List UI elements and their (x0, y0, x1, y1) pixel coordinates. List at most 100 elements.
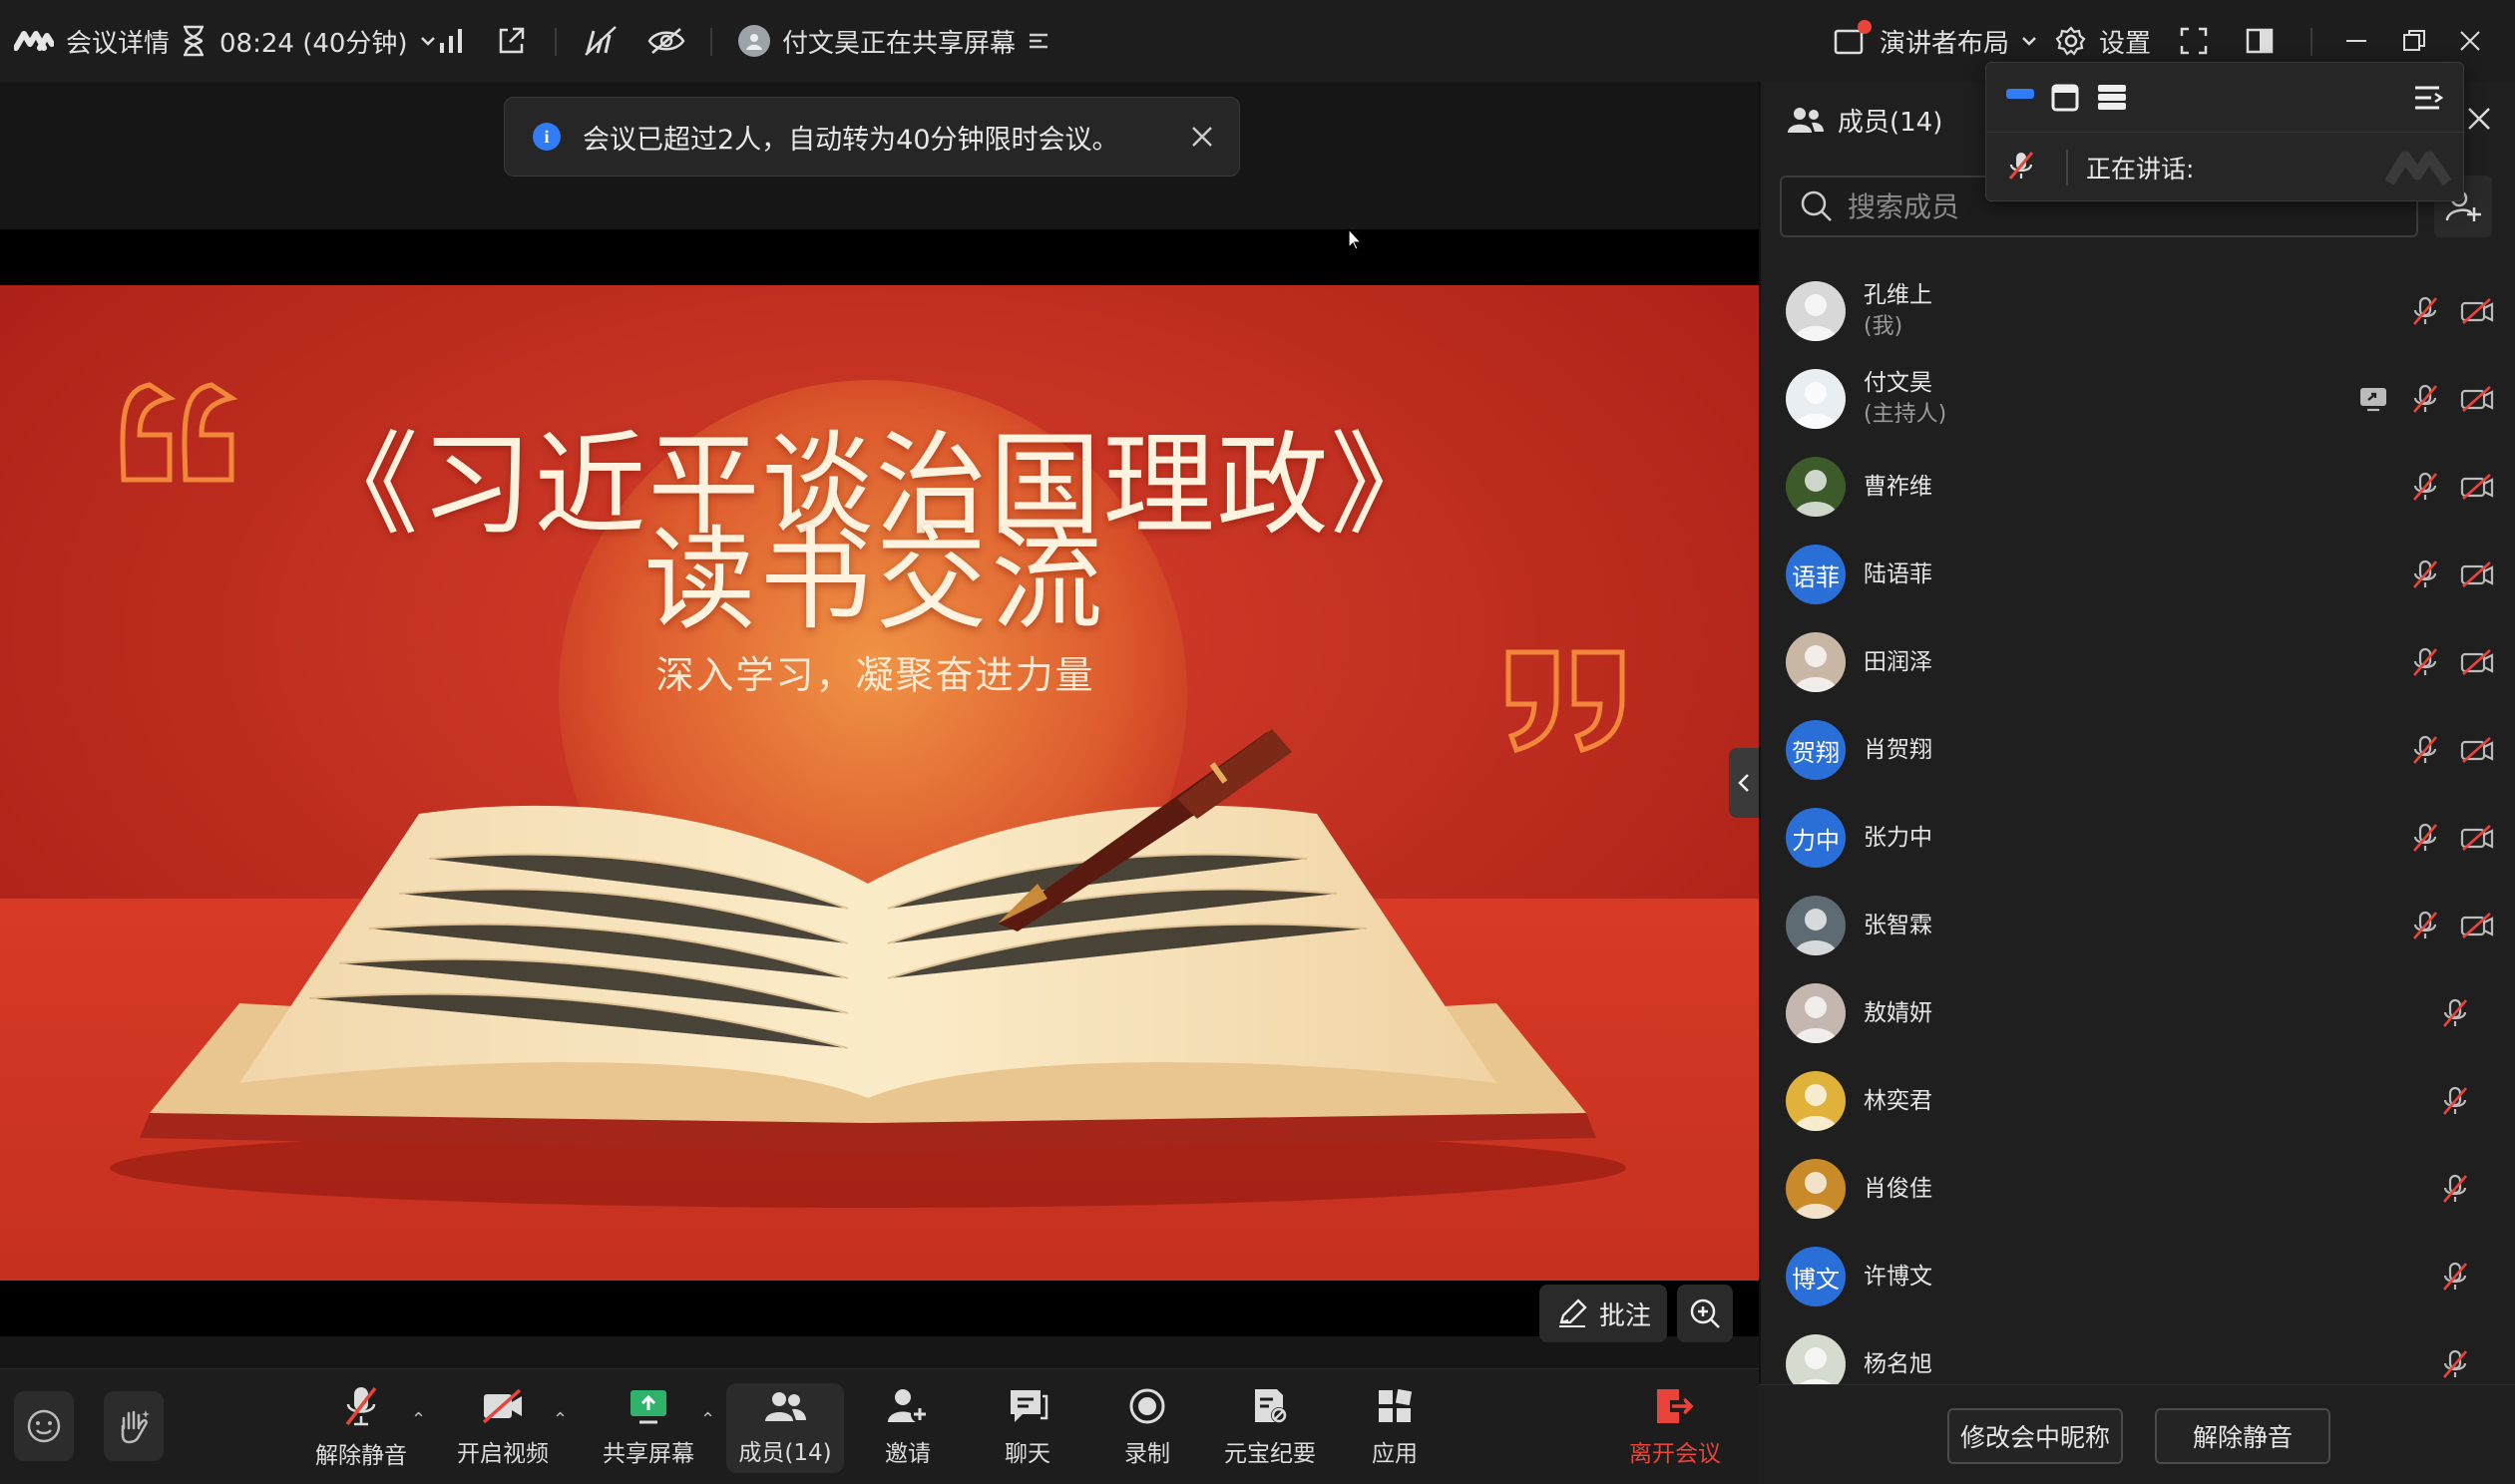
zoom-in-icon (1690, 1298, 1720, 1328)
member-row[interactable]: 语菲 陆语菲 (1776, 531, 2494, 618)
unmute-button[interactable]: 解除静音 (315, 1369, 407, 1484)
mic-muted-icon[interactable] (2438, 1172, 2472, 1206)
mic-muted-icon[interactable] (2408, 733, 2442, 767)
member-row[interactable]: 贺翔 肖贺翔 (1776, 706, 2494, 794)
member-row[interactable]: 力中 张力中 (1776, 794, 2494, 882)
minimize-icon (2344, 29, 2368, 53)
speaker-indicator-popup: 正在讲话: (1985, 62, 2465, 201)
members-button[interactable]: 成员(14) (726, 1383, 844, 1473)
notification-dot (1858, 20, 1872, 34)
leave-door-icon (1657, 1389, 1694, 1423)
mic-muted-icon[interactable] (2438, 1084, 2472, 1118)
member-row[interactable]: 敖婧妍 (1776, 969, 2494, 1057)
mic-muted-icon[interactable] (2438, 996, 2472, 1030)
info-icon: i (533, 123, 561, 151)
member-row[interactable]: 张智霖 (1776, 882, 2494, 969)
leave-meeting-button[interactable]: 离开会议 (1616, 1369, 1734, 1484)
gear-icon (2055, 25, 2087, 57)
mic-muted-icon[interactable] (2408, 909, 2442, 942)
collapse-list-icon[interactable] (2413, 83, 2445, 117)
presentation-slide: 《习近平谈治国理政》 读书交流 深入学习，凝聚奋进力量 (0, 285, 1759, 1281)
sharing-status[interactable]: 付文昊正在共享屏幕 (738, 0, 1049, 82)
avatar (1786, 1071, 1846, 1131)
mic-muted-icon[interactable] (2408, 382, 2442, 416)
start-video-button[interactable]: 开启视频 (457, 1369, 549, 1484)
camera-off-icon[interactable] (2460, 382, 2494, 416)
member-row[interactable]: 曹祚维 (1776, 443, 2494, 531)
member-status-icons (2408, 267, 2494, 355)
chevron-down-icon (420, 36, 436, 46)
chat-button[interactable]: 聊天 (988, 1369, 1067, 1484)
camera-off-icon[interactable] (2460, 557, 2494, 591)
share-screen-button[interactable]: 共享屏幕 (601, 1369, 696, 1484)
members-panel-title: 成员(14) (1838, 107, 1943, 138)
member-row[interactable]: 付文昊 (主持人) (1776, 355, 2494, 443)
hide-nonvideo-button[interactable] (646, 0, 686, 82)
avatar (1786, 896, 1846, 955)
apps-button[interactable]: 应用 (1355, 1369, 1435, 1484)
mic-muted-icon[interactable] (2438, 1347, 2472, 1381)
mic-muted-icon (2006, 150, 2036, 186)
ai-minutes-button[interactable]: 元宝纪要 (1219, 1369, 1321, 1484)
chat-label: 聊天 (1005, 1441, 1050, 1467)
member-row[interactable]: 田润泽 (1776, 618, 2494, 706)
member-status-icons (2408, 443, 2494, 531)
mic-muted-icon[interactable] (2438, 1260, 2472, 1294)
network-off-button[interactable] (584, 0, 620, 82)
chat-icon (1011, 1390, 1048, 1422)
toast-close-button[interactable] (1189, 124, 1215, 150)
mic-muted-icon[interactable] (2408, 294, 2442, 328)
minimize-view-icon[interactable] (2006, 89, 2034, 99)
raise-hand-button[interactable] (104, 1391, 164, 1461)
rename-button[interactable]: 修改会中昵称 (1947, 1408, 2123, 1464)
avatar: 博文 (1786, 1247, 1846, 1306)
slide-title-line2: 读书交流 (643, 516, 1107, 645)
member-row[interactable]: 肖俊佳 (1776, 1145, 2494, 1233)
panel-unmute-button[interactable]: 解除静音 (2155, 1408, 2330, 1464)
camera-off-icon[interactable] (2460, 294, 2494, 328)
members-panel-close-button[interactable] (2464, 104, 2494, 134)
record-icon (1129, 1388, 1165, 1424)
collapse-panel-handle[interactable] (1729, 748, 1759, 818)
member-row[interactable]: 林奕君 (1776, 1057, 2494, 1145)
record-button[interactable]: 录制 (1107, 1369, 1187, 1484)
toast-message: 会议已超过2人，自动转为40分钟限时会议。 (583, 124, 1119, 156)
window-view-icon[interactable] (2050, 83, 2080, 117)
member-status-icons (2408, 882, 2494, 969)
camera-off-icon[interactable] (2460, 733, 2494, 767)
member-row[interactable]: 孔维上 (我) (1776, 267, 2494, 355)
invite-button[interactable]: 邀请 (868, 1369, 948, 1484)
meeting-details-button[interactable]: 会议详情 (14, 0, 170, 82)
icon-spacer (2490, 1084, 2494, 1118)
camera-off-icon[interactable] (2460, 470, 2494, 504)
sharer-avatar (738, 25, 770, 57)
camera-off-icon[interactable] (2460, 645, 2494, 679)
apps-grid-icon (1379, 1388, 1413, 1422)
pop-out-button[interactable] (496, 0, 526, 82)
zoom-in-button[interactable] (1677, 1285, 1733, 1342)
smiley-icon (27, 1409, 61, 1443)
camera-off-icon[interactable] (2460, 821, 2494, 855)
mic-muted-icon[interactable] (2408, 821, 2442, 855)
video-options-caret[interactable]: ⌃ (553, 1409, 568, 1430)
mic-options-caret[interactable]: ⌃ (411, 1409, 426, 1430)
avatar (1786, 983, 1846, 1043)
invite-label: 邀请 (885, 1441, 931, 1467)
reaction-button[interactable] (14, 1391, 74, 1461)
share-options-caret[interactable]: ⌃ (700, 1409, 715, 1430)
signal-stats-button[interactable] (437, 0, 465, 82)
mic-muted-icon[interactable] (2408, 557, 2442, 591)
meeting-timer[interactable]: 08:24 (40分钟) (180, 0, 436, 82)
annotate-button[interactable]: 批注 (1539, 1285, 1667, 1342)
layout-label: 演讲者布局 (1880, 28, 2010, 59)
mic-muted-icon[interactable] (2408, 645, 2442, 679)
camera-off-icon[interactable] (2460, 909, 2494, 942)
signal-bars-icon (437, 27, 465, 55)
mic-muted-icon[interactable] (2408, 470, 2442, 504)
list-view-icon[interactable] (2096, 83, 2128, 117)
members-icon (765, 1392, 806, 1421)
tencent-meeting-logo-icon (14, 30, 54, 52)
letterbox-bottom (0, 1281, 1759, 1336)
external-link-icon (496, 26, 526, 56)
member-row[interactable]: 博文 许博文 (1776, 1233, 2494, 1320)
